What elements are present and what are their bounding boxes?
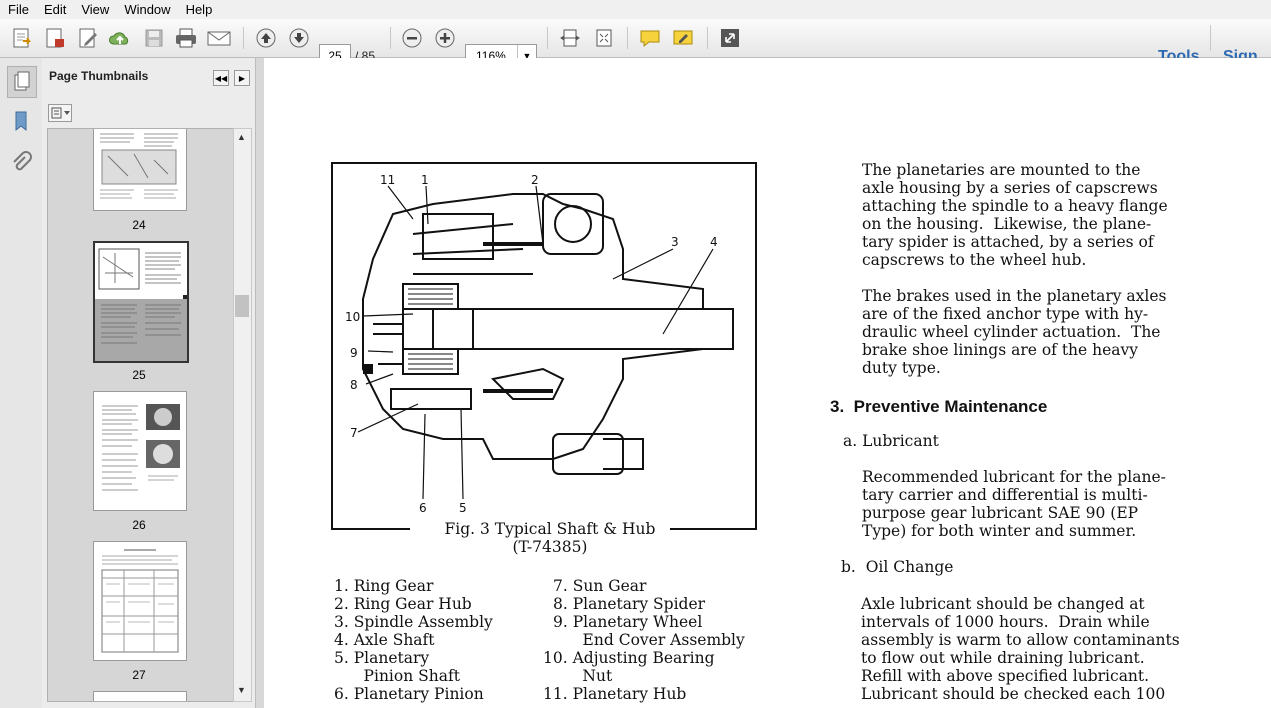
- thumbnail-label: 24: [132, 218, 146, 232]
- subheading-lubricant: a. Lubricant: [843, 432, 939, 450]
- callout-2: 2: [531, 173, 539, 187]
- comment-icon[interactable]: [636, 24, 664, 52]
- legend-item: Pinion Shaft: [334, 667, 460, 685]
- callout-8: 8: [350, 378, 358, 392]
- menu-bar: File Edit View Window Help: [0, 0, 1271, 19]
- bookmarks-icon[interactable]: [7, 106, 35, 136]
- shaft-hub-drawing: 11 1 2 3 4 10 9 8 7 6 5: [345, 173, 734, 515]
- section-heading: 3. Preventive Maintenance: [830, 397, 1048, 416]
- callout-1: 1: [421, 173, 429, 187]
- thumbnail-label: 27: [132, 668, 146, 682]
- thumbnail-label: 25: [132, 368, 146, 382]
- options-menu-icon[interactable]: [48, 104, 72, 122]
- legend-item: 8. Planetary Spider: [553, 595, 706, 613]
- thumbnail-page-27[interactable]: [93, 541, 187, 661]
- callout-9: 9: [350, 346, 358, 360]
- fit-page-icon[interactable]: [590, 24, 618, 52]
- legend-item: 11. Planetary Hub: [543, 685, 687, 703]
- callout-4: 4: [710, 235, 718, 249]
- legend-item: 3. Spindle Assembly: [334, 613, 493, 631]
- subheading-oil-change: b. Oil Change: [841, 558, 954, 576]
- thumbnail-page-26[interactable]: [93, 391, 187, 511]
- legend-item: 4. Axle Shaft: [334, 631, 435, 649]
- thumbnail-list: 24 25 26 27: [47, 128, 234, 702]
- legend-item: 7. Sun Gear: [553, 577, 647, 595]
- callout-6: 6: [419, 501, 427, 515]
- menu-file[interactable]: File: [0, 2, 36, 17]
- fit-width-icon[interactable]: [556, 24, 584, 52]
- previous-page-icon[interactable]: [252, 24, 280, 52]
- edit-pdf-icon[interactable]: [74, 24, 102, 52]
- callout-7: 7: [350, 426, 358, 440]
- menu-edit[interactable]: Edit: [36, 2, 73, 17]
- highlight-icon[interactable]: [669, 24, 697, 52]
- figure-shaft-hub: 11 1 2 3 4 10 9 8 7 6 5: [331, 162, 757, 530]
- export-pdf-icon[interactable]: [41, 24, 69, 52]
- upload-cloud-icon[interactable]: [106, 24, 134, 52]
- callout-5: 5: [459, 501, 467, 515]
- toolbar: 25 / 85 116% ▼ Tools Sign: [0, 19, 1271, 68]
- zoom-in-icon[interactable]: [431, 24, 459, 52]
- callout-10: 10: [345, 310, 360, 324]
- callout-3: 3: [671, 235, 679, 249]
- thumbnail-label: 26: [132, 518, 146, 532]
- legend-item: 6. Planetary Pinion: [334, 685, 484, 703]
- zoom-out-icon[interactable]: [398, 24, 426, 52]
- collapse-panel-icon[interactable]: ◀◀: [213, 70, 229, 86]
- scroll-thumb[interactable]: [235, 295, 249, 317]
- figure-number: (T-74385): [512, 538, 588, 556]
- legend-item: 5. Planetary: [334, 649, 430, 667]
- scroll-up-icon[interactable]: ▲: [237, 132, 246, 142]
- legend-item: End Cover Assembly: [553, 631, 745, 649]
- attachments-icon[interactable]: [7, 148, 35, 178]
- page-thumbnails-icon[interactable]: [7, 66, 37, 98]
- menu-window[interactable]: Window: [116, 2, 177, 17]
- fullscreen-icon[interactable]: [716, 24, 744, 52]
- thumbnail-page-24[interactable]: [93, 129, 187, 211]
- print-icon[interactable]: [172, 24, 200, 52]
- email-icon[interactable]: [205, 24, 233, 52]
- menu-help[interactable]: Help: [178, 2, 220, 17]
- create-pdf-icon[interactable]: [8, 24, 36, 52]
- legend-item: 1. Ring Gear: [334, 577, 434, 595]
- legend-item: 9. Planetary Wheel: [553, 613, 703, 631]
- thumbnail-scrollbar[interactable]: ▲ ▼: [233, 128, 252, 702]
- callout-11: 11: [380, 173, 395, 187]
- panel-title: Page Thumbnails: [49, 69, 149, 83]
- navigation-strip: [0, 58, 43, 708]
- figure-caption: Fig. 3 Typical Shaft & Hub: [444, 520, 656, 538]
- chevron-right-icon[interactable]: ▶: [234, 70, 250, 86]
- scroll-down-icon[interactable]: ▼: [237, 685, 246, 695]
- thumbnail-page-25[interactable]: [93, 241, 189, 363]
- menu-view[interactable]: View: [73, 2, 116, 17]
- legend-item: 10. Adjusting Bearing: [543, 649, 715, 667]
- next-page-icon[interactable]: [285, 24, 313, 52]
- legend-item: Nut: [543, 667, 613, 685]
- thumbnail-page-28[interactable]: [93, 691, 187, 701]
- legend-item: 2. Ring Gear Hub: [334, 595, 472, 613]
- save-icon[interactable]: [140, 24, 168, 52]
